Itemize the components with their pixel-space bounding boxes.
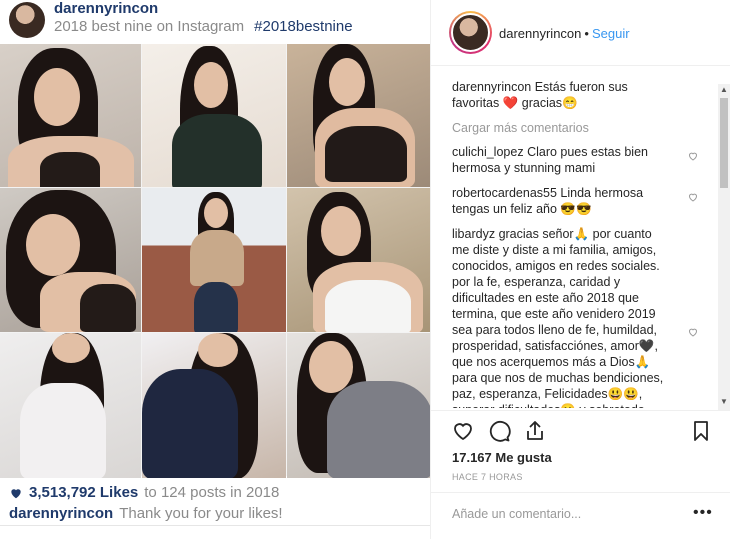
heart-outline-icon[interactable] xyxy=(687,150,699,162)
image-thanks-text: Thank you for your likes! xyxy=(119,505,283,522)
image-avatar xyxy=(9,2,45,38)
likes-count[interactable]: 17.167 Me gusta xyxy=(452,450,552,465)
heart-outline-icon[interactable] xyxy=(687,191,699,203)
heart-icon[interactable] xyxy=(451,419,475,443)
post-image[interactable]: darennyrincon 2018 best nine on Instagra… xyxy=(0,0,432,539)
image-username: darennyrincon xyxy=(54,0,159,17)
image-footer: 3,513,792 Likes to 124 posts in 2018 dar… xyxy=(0,476,430,539)
photo-grid xyxy=(0,44,432,478)
photo-tile xyxy=(142,333,286,478)
comments-scrollbar[interactable]: ▲ ▼ xyxy=(718,84,730,410)
photo-tile xyxy=(142,44,286,187)
image-subtitle: 2018 best nine on Instagram #2018bestnine xyxy=(54,18,353,35)
image-thanks-user: darennyrincon xyxy=(9,505,114,522)
photo-tile xyxy=(287,188,432,332)
scroll-down-arrow[interactable]: ▼ xyxy=(718,396,730,408)
scroll-up-arrow[interactable]: ▲ xyxy=(718,84,730,96)
caption: darennyrincon Estás fueron sus favoritas… xyxy=(452,79,699,111)
post-header: darennyrincon • Seguir xyxy=(431,0,730,66)
image-thanks-row: darennyrincon Thank you for your likes! xyxy=(9,505,283,522)
separator-dot: • xyxy=(584,26,589,41)
comment-input[interactable] xyxy=(452,507,672,521)
instagram-post: darennyrincon 2018 best nine on Instagra… xyxy=(0,0,730,539)
post-timestamp: HACE 7 HORAS xyxy=(452,472,523,482)
hashtag: #2018bestnine xyxy=(254,18,353,35)
story-ring[interactable] xyxy=(449,11,492,54)
bookmark-icon[interactable] xyxy=(689,419,713,443)
photo-tile xyxy=(287,333,432,478)
load-more-comments[interactable]: Cargar más comentarios xyxy=(452,120,699,136)
comment-text: gracias señor🙏 por cuanto me diste y dis… xyxy=(452,227,664,408)
image-likes-count: 3,513,792 Likes xyxy=(29,484,139,501)
photo-tile xyxy=(0,333,141,478)
subtitle-text: 2018 best nine on Instagram xyxy=(54,18,245,35)
photo-tile xyxy=(0,188,141,332)
more-options-button[interactable]: ••• xyxy=(693,504,713,522)
follow-button[interactable]: Seguir xyxy=(592,26,630,41)
comment-user[interactable]: robertocardenas55 xyxy=(452,186,557,200)
comment-user[interactable]: culichi_lopez xyxy=(452,145,524,159)
scroll-thumb[interactable] xyxy=(720,98,728,188)
avatar[interactable] xyxy=(451,13,490,52)
photo-tile xyxy=(142,188,286,332)
image-likes-row: 3,513,792 Likes to 124 posts in 2018 xyxy=(9,484,279,501)
share-icon[interactable] xyxy=(523,419,547,443)
post-username[interactable]: darennyrincon xyxy=(499,26,581,41)
comment-item: libardyz gracias señor🙏 por cuanto me di… xyxy=(452,226,699,408)
comment-icon[interactable] xyxy=(487,419,511,443)
comment-user[interactable]: libardyz xyxy=(452,227,495,241)
post-header-user: darennyrincon • Seguir xyxy=(499,26,630,41)
comment-item: culichi_lopez Claro pues estas bien herm… xyxy=(452,144,699,176)
comments-list[interactable]: darennyrincon Estás fueron sus favoritas… xyxy=(431,67,719,408)
heart-outline-icon[interactable] xyxy=(687,326,699,338)
add-comment-bar: ••• xyxy=(431,492,730,539)
photo-tile xyxy=(0,44,141,187)
image-header: darennyrincon 2018 best nine on Instagra… xyxy=(0,0,430,44)
image-likes-context: to 124 posts in 2018 xyxy=(144,484,280,501)
comment-item: robertocardenas55 Linda hermosa tengas u… xyxy=(452,185,699,217)
divider xyxy=(0,525,430,526)
comments-panel: darennyrincon • Seguir darennyrincon Estás… xyxy=(430,0,730,539)
heart-icon xyxy=(11,488,21,498)
photo-tile xyxy=(287,44,432,187)
action-bar xyxy=(431,410,730,450)
caption-user[interactable]: darennyrincon xyxy=(452,80,531,94)
